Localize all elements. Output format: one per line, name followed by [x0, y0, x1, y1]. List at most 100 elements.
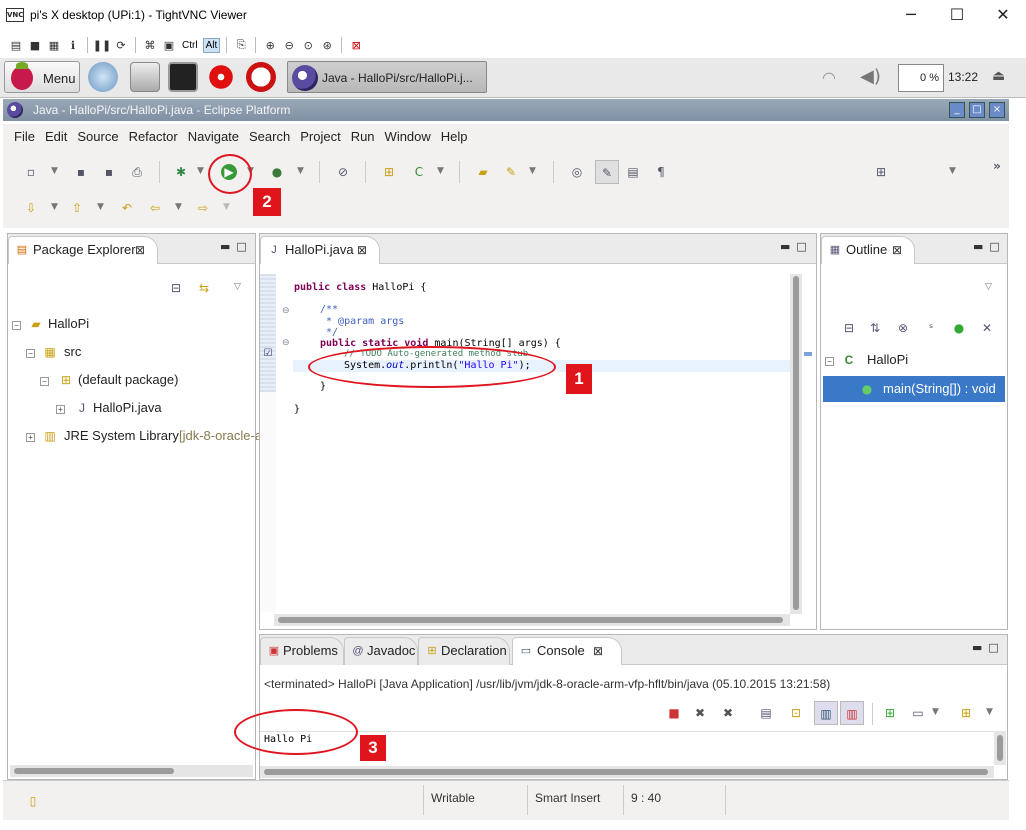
clear-console-icon[interactable]: ▤ [758, 705, 774, 721]
scroll-thumb[interactable] [278, 617, 783, 623]
minimize-button[interactable]: ─ [896, 4, 926, 26]
collapse-all-icon[interactable]: ⊟ [168, 280, 184, 296]
clipboard-icon[interactable]: ⎘ [233, 37, 249, 53]
chevron-down-icon[interactable]: ▼ [297, 166, 304, 176]
info-icon[interactable]: ℹ [65, 37, 81, 53]
mathematica-icon[interactable] [206, 62, 236, 92]
tab-hallopi-java[interactable]: J HalloPi.java ⊠ [260, 236, 380, 264]
scroll-thumb[interactable] [793, 276, 799, 610]
browser-launcher-icon[interactable] [88, 62, 118, 92]
code-line[interactable]: */ [320, 327, 338, 338]
maximize-button[interactable]: ☐ [942, 4, 972, 26]
save-icon[interactable]: ■ [27, 37, 43, 53]
chevron-down-icon[interactable]: ▼ [949, 166, 956, 176]
collapse-all-icon[interactable]: ⊟ [841, 320, 857, 336]
start-menu-button[interactable]: Menu [4, 61, 80, 93]
code-line[interactable]: /** [320, 304, 338, 315]
next-annotation-icon[interactable]: ⇩ [23, 200, 39, 216]
outline-row-method[interactable]: ● main(String[]) : void [823, 376, 1005, 402]
refresh-icon[interactable]: ⟳ [113, 37, 129, 53]
menu-source[interactable]: Source [72, 129, 123, 144]
new-connection-icon[interactable]: ▤ [8, 37, 24, 53]
wifi-icon[interactable]: ◠ [822, 68, 852, 88]
eclipse-minimize-button[interactable]: _ [949, 102, 965, 118]
show-whitespace-icon[interactable]: ¶ [653, 164, 669, 180]
tab-problems[interactable]: ▣ Problems [260, 637, 344, 665]
zoom-in-icon[interactable]: ⊕ [262, 37, 278, 53]
run-external-tools-icon[interactable]: ● [269, 164, 285, 180]
eject-icon[interactable]: ⏏ [992, 68, 1005, 84]
zoom-100-icon[interactable]: ⊙ [300, 37, 316, 53]
fold-icon[interactable]: ⊖ [282, 306, 290, 316]
sort-icon[interactable]: ⇅ [867, 320, 883, 336]
menu-navigate[interactable]: Navigate [183, 129, 244, 144]
menu-help[interactable]: Help [436, 129, 473, 144]
pin-console-icon[interactable]: ⊞ [882, 705, 898, 721]
zoom-fit-icon[interactable]: ⊛ [319, 37, 335, 53]
save-all-icon[interactable]: ▪ [101, 164, 117, 180]
open-type-icon[interactable]: ▰ [475, 164, 491, 180]
new-icon[interactable]: ▫ [23, 164, 39, 180]
block-selection-icon[interactable]: ▤ [625, 164, 641, 180]
remove-launch-icon[interactable]: ✖ [692, 705, 708, 721]
search-icon[interactable]: ✎ [503, 164, 519, 180]
view-menu-icon[interactable]: ▽ [985, 282, 992, 292]
skip-breakpoints-icon[interactable]: ⊘ [335, 164, 351, 180]
file-manager-icon[interactable] [130, 62, 160, 92]
menu-project[interactable]: Project [295, 129, 345, 144]
hide-fields-icon[interactable]: ⊗ [895, 320, 911, 336]
open-perspective-icon[interactable]: ⊞ [873, 164, 889, 180]
hide-static-icon[interactable]: ˢ [923, 320, 939, 336]
ctrl-esc-icon[interactable]: ▣ [161, 37, 177, 53]
terminal-icon[interactable] [168, 62, 198, 92]
alt-key-button[interactable]: Alt [202, 37, 221, 53]
options-icon[interactable]: ▦ [46, 37, 62, 53]
chevron-down-icon[interactable]: ▼ [51, 166, 58, 176]
collapse-toggle[interactable]: − [26, 349, 35, 358]
scroll-thumb[interactable] [264, 769, 988, 775]
minimize-maximize-icon[interactable]: ▬□ [973, 240, 1006, 253]
ctrl-key-button[interactable]: Ctrl [180, 39, 200, 52]
new-fast-view-icon[interactable]: ▯ [25, 793, 41, 809]
open-console-icon[interactable]: ⊞ [958, 705, 974, 721]
tab-package-explorer[interactable]: ▤ Package Explorer ⊠ [8, 236, 158, 264]
chevron-down-icon[interactable]: ▼ [51, 202, 58, 212]
expand-toggle[interactable]: + [56, 405, 65, 414]
new-java-project-icon[interactable]: ⊞ [381, 164, 397, 180]
hide-nonpublic-icon[interactable]: ● [951, 320, 967, 336]
chevron-down-icon[interactable]: ▼ [223, 202, 230, 212]
last-edit-icon[interactable]: ↶ [119, 200, 135, 216]
eclipse-maximize-button[interactable]: □ [969, 102, 985, 118]
menu-search[interactable]: Search [244, 129, 295, 144]
minimize-maximize-icon[interactable]: ▬□ [220, 240, 253, 253]
code-line[interactable]: public class HalloPi { [294, 282, 426, 293]
wolfram-icon[interactable] [246, 62, 276, 92]
fullscreen-icon[interactable]: ⊠ [348, 37, 364, 53]
close-icon[interactable]: ⊠ [357, 237, 367, 263]
menu-refactor[interactable]: Refactor [124, 129, 183, 144]
minimize-maximize-icon[interactable]: ▬□ [972, 641, 1005, 654]
show-on-output-icon[interactable]: ▥ [814, 701, 838, 725]
horizontal-scrollbar[interactable] [260, 766, 994, 778]
chevron-down-icon[interactable]: ▼ [197, 166, 204, 176]
chevron-down-icon[interactable]: ▼ [932, 707, 939, 717]
toggle-annotation-icon[interactable]: ◎ [569, 164, 585, 180]
terminate-icon[interactable]: ■ [666, 705, 682, 721]
close-button[interactable]: ✕ [988, 4, 1018, 26]
horizontal-scrollbar[interactable] [274, 614, 790, 626]
code-line[interactable]: } [320, 381, 326, 392]
fold-icon[interactable]: ⊖ [282, 338, 290, 348]
menu-edit[interactable]: Edit [40, 129, 72, 144]
vertical-scrollbar[interactable] [994, 731, 1006, 765]
save-icon[interactable]: ▪ [73, 164, 89, 180]
back-icon[interactable]: ⇦ [147, 200, 163, 216]
remove-all-icon[interactable]: ✖ [720, 705, 736, 721]
zoom-out-icon[interactable]: ⊖ [281, 37, 297, 53]
menu-window[interactable]: Window [380, 129, 436, 144]
volume-icon[interactable]: ◀) [860, 66, 890, 90]
new-java-class-icon[interactable]: C [411, 164, 427, 180]
print-icon[interactable]: ⎙ [129, 164, 145, 180]
vertical-scrollbar[interactable] [790, 274, 802, 614]
horizontal-scrollbar[interactable] [10, 765, 253, 777]
code-line[interactable]: * @param args [320, 316, 404, 327]
